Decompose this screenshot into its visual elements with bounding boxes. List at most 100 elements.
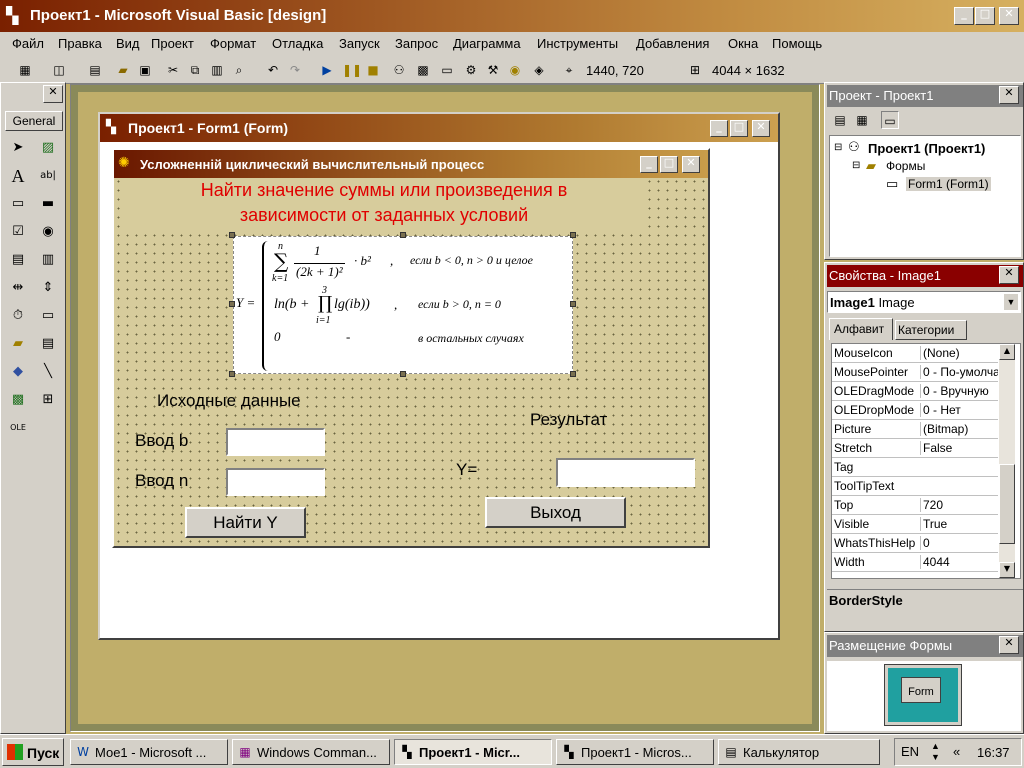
form-layout-icon[interactable]: ▭ — [438, 61, 456, 79]
filelistbox-icon[interactable]: ▤ — [37, 333, 59, 355]
object-browser-icon[interactable]: ⚙ — [462, 61, 480, 79]
redo-icon[interactable]: ↷ — [286, 61, 304, 79]
prop-row-mousepointer[interactable]: MousePointer 0 - По-умолча — [832, 363, 998, 382]
resize-handle-ne[interactable] — [570, 232, 576, 238]
menu-help[interactable]: Помощь — [772, 36, 822, 51]
prop-row-stretch[interactable]: Stretch False — [832, 439, 998, 458]
resize-handle-s[interactable] — [400, 371, 406, 377]
properties-close-icon[interactable]: ✕ — [999, 266, 1019, 284]
properties-window-icon[interactable]: ▩ — [414, 61, 432, 79]
menu-edit[interactable]: Правка — [58, 36, 102, 51]
drivelistbox-icon[interactable]: ▭ — [37, 305, 59, 327]
data-control-icon[interactable]: ⊞ — [37, 389, 59, 411]
form-maximize-icon[interactable]: □ — [660, 156, 678, 173]
resize-handle-nw[interactable] — [229, 232, 235, 238]
copy-icon[interactable]: ⧉ — [186, 61, 204, 79]
form-preview[interactable]: Form — [901, 677, 941, 703]
form-close-icon[interactable]: ✕ — [682, 156, 700, 173]
input-b[interactable] — [226, 428, 325, 456]
component-manager-icon[interactable]: ◈ — [530, 61, 548, 79]
project-explorer-icon[interactable]: ⚇ — [390, 61, 408, 79]
hscrollbar-icon[interactable]: ⇹ — [7, 277, 29, 299]
menu-diagram[interactable]: Диаграмма — [453, 36, 521, 51]
menu-tools[interactable]: Инструменты — [537, 36, 618, 51]
break-icon[interactable]: ❚❚ — [342, 61, 362, 79]
toolbox-icon[interactable]: ⚒ — [484, 61, 502, 79]
picturebox-icon[interactable]: ▨ — [37, 137, 59, 159]
tree-forms-folder[interactable]: Формы — [886, 159, 925, 173]
maximize-icon[interactable]: □ — [975, 7, 995, 25]
resize-handle-sw[interactable] — [229, 371, 235, 377]
tray-arrows-icon[interactable]: ▲ ▼ — [931, 741, 940, 763]
open-project-icon[interactable]: ▰ — [114, 61, 132, 79]
task-vb-2[interactable]: ▚ Проект1 - Micros... — [556, 739, 714, 765]
textbox-icon[interactable]: ab| — [37, 165, 59, 187]
ole-icon[interactable]: OLE — [7, 417, 29, 439]
toolbox-tab-general[interactable]: General — [5, 111, 63, 131]
tree-project-root[interactable]: Проект1 (Проект1) — [868, 141, 985, 156]
menu-addins[interactable]: Добавления — [636, 36, 709, 51]
menu-format[interactable]: Формат — [210, 36, 256, 51]
combobox-icon[interactable]: ▤ — [7, 249, 29, 271]
commandbutton-icon[interactable]: ▬ — [37, 193, 59, 215]
data-view-icon[interactable]: ◉ — [506, 61, 524, 79]
menu-query[interactable]: Запрос — [395, 36, 438, 51]
resize-handle-w[interactable] — [229, 301, 235, 307]
menu-view[interactable]: Вид — [116, 36, 140, 51]
project-close-icon[interactable]: ✕ — [999, 86, 1019, 104]
prop-row-width[interactable]: Width 4044 — [832, 553, 998, 572]
view-object-icon[interactable]: ▦ — [853, 111, 871, 129]
dirlistbox-icon[interactable]: ▰ — [7, 333, 29, 355]
line-icon[interactable]: ╲ — [37, 361, 59, 383]
prop-row-visible[interactable]: Visible True — [832, 515, 998, 534]
tray-expand-icon[interactable]: « — [953, 744, 960, 759]
chevron-down-icon[interactable]: ▼ — [1004, 294, 1018, 310]
add-project-icon[interactable]: ▦ — [16, 61, 34, 79]
timer-icon[interactable]: ⏱ — [7, 305, 29, 327]
task-word[interactable]: W Мое1 - Microsoft ... — [70, 739, 228, 765]
find-icon[interactable]: ⌕ — [230, 61, 248, 79]
view-code-icon[interactable]: ▤ — [831, 111, 849, 129]
tree-collapse-icon[interactable]: ⊟ — [834, 142, 842, 153]
start-button[interactable]: Пуск — [2, 738, 64, 766]
tree-folder-collapse-icon[interactable]: ⊟ — [852, 160, 860, 171]
end-icon[interactable]: ■ — [364, 61, 382, 79]
resize-handle-e[interactable] — [570, 301, 576, 307]
designer-maximize-icon[interactable]: □ — [730, 120, 748, 137]
form-minimize-icon[interactable]: _ — [640, 156, 658, 173]
tree-form1[interactable]: Form1 (Form1) — [906, 177, 991, 191]
checkbox-icon[interactable]: ☑ — [7, 221, 29, 243]
shape-icon[interactable]: ◆ — [7, 361, 29, 383]
save-icon[interactable]: ▣ — [136, 61, 154, 79]
task-calculator[interactable]: ▤ Калькулятор — [718, 739, 880, 765]
prop-row-mouseicon[interactable]: MouseIcon (None) — [832, 344, 998, 363]
prop-row-top[interactable]: Top 720 — [832, 496, 998, 515]
object-selector[interactable]: Image1 Image ▼ — [827, 291, 1021, 313]
pointer-icon[interactable]: ➤ — [7, 137, 29, 159]
start-icon[interactable]: ▶ — [318, 61, 336, 79]
input-n[interactable] — [226, 468, 325, 496]
minimize-icon[interactable]: _ — [954, 7, 974, 25]
close-icon[interactable]: ✕ — [999, 7, 1019, 25]
tab-alphabetic[interactable]: Алфавит — [829, 318, 893, 340]
formula-image[interactable]: Y = n ∑ k=1 1 (2k + 1)² · b² , если b < … — [233, 236, 573, 374]
prop-row-tag[interactable]: Tag — [832, 458, 998, 477]
cut-icon[interactable]: ✂ — [164, 61, 182, 79]
task-vb-active[interactable]: ▚ Проект1 - Micr... — [394, 739, 552, 765]
output-y[interactable] — [556, 458, 695, 487]
optionbutton-icon[interactable]: ◉ — [37, 221, 59, 243]
label-icon[interactable]: A — [7, 165, 29, 187]
add-form-icon[interactable]: ◫ — [50, 61, 68, 79]
undo-icon[interactable]: ↶ — [264, 61, 282, 79]
prop-row-oledropmode[interactable]: OLEDropMode 0 - Нет — [832, 401, 998, 420]
menu-window[interactable]: Окна — [728, 36, 758, 51]
image-icon[interactable]: ▩ — [7, 389, 29, 411]
listbox-icon[interactable]: ▥ — [37, 249, 59, 271]
prop-row-oledragmode[interactable]: OLEDragMode 0 - Вручную — [832, 382, 998, 401]
task-windows-commander[interactable]: ▦ Windows Comman... — [232, 739, 390, 765]
language-indicator[interactable]: EN — [897, 743, 924, 760]
prop-row-picture[interactable]: Picture (Bitmap) — [832, 420, 998, 439]
menu-editor-icon[interactable]: ▤ — [86, 61, 104, 79]
properties-scrollbar[interactable]: ▲ ▼ — [999, 344, 1015, 578]
menu-debug[interactable]: Отладка — [272, 36, 323, 51]
